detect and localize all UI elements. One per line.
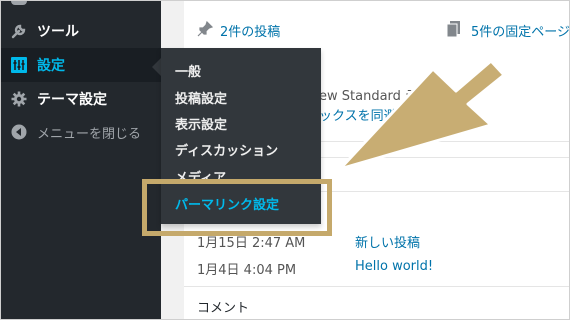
sidebar-item-settings[interactable]: 設定 (1, 48, 161, 82)
screenshot-frame: 2件の投稿 5件の固定ページ ew Standard テーマ ックスを同避中 1… (0, 0, 570, 320)
activity-date: 1月4日 4:04 PM (197, 263, 297, 278)
settings-sliders-icon (11, 57, 27, 73)
collapse-arrow-icon (11, 124, 27, 140)
sidebar-item-tools[interactable]: ツール (1, 14, 161, 48)
sidebar-item-label: テーマ設定 (37, 92, 107, 108)
submenu-item-general[interactable]: 一般 (175, 61, 201, 80)
submenu-pointer (152, 58, 161, 76)
divider (184, 286, 569, 287)
annotation-arrow (326, 59, 506, 179)
admin-sidebar: ツール 設定 テーマ設定 メニューを閉じる (1, 1, 161, 319)
submenu-item-writing[interactable]: 投稿設定 (175, 88, 227, 107)
wrench-icon (11, 23, 27, 39)
sidebar-item-label: ツール (37, 24, 79, 40)
pages-count-link[interactable]: 5件の固定ページ (471, 21, 569, 40)
activity-post-link[interactable]: 新しい投稿 (355, 232, 420, 251)
highlight-box (142, 179, 332, 236)
activity-post-link[interactable]: Hello world! (355, 259, 433, 274)
pages-icon (447, 21, 461, 37)
sidebar-item-label: 設定 (37, 58, 65, 74)
collapse-menu-button[interactable]: メニューを閉じる (1, 115, 161, 149)
gear-icon (11, 91, 27, 107)
comments-heading: コメント (197, 301, 250, 316)
collapse-menu-label: メニューを閉じる (37, 126, 142, 142)
posts-count-link[interactable]: 2件の投稿 (220, 21, 280, 40)
submenu-item-discussion[interactable]: ディスカッション (175, 140, 278, 159)
submenu-item-reading[interactable]: 表示設定 (175, 114, 227, 133)
pin-icon (197, 21, 213, 37)
sidebar-item-theme-settings[interactable]: テーマ設定 (1, 82, 161, 116)
sidebar-top-remnant (11, 1, 27, 5)
